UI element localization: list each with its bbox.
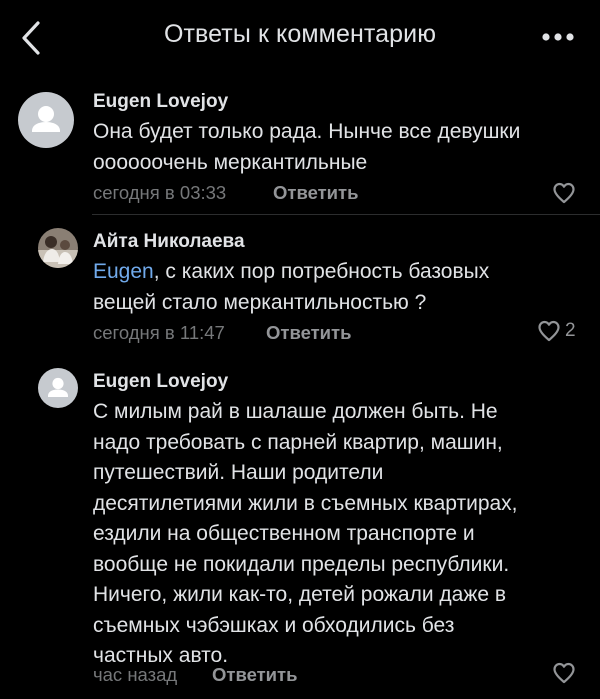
comment-timestamp: сегодня в 03:33 [93, 182, 227, 203]
like-button[interactable] [552, 662, 580, 684]
comment-text: Она будет только рада. Нынче все девушки… [93, 120, 521, 174]
top-bar: Ответы к комментарию [0, 0, 600, 74]
comment-author[interactable]: Eugen Lovejoy [93, 371, 228, 393]
heart-outline-icon [553, 182, 575, 204]
more-horizontal-icon [542, 33, 574, 41]
heart-outline-icon [538, 320, 560, 342]
avatar[interactable] [18, 92, 74, 148]
like-count: 2 [565, 320, 576, 341]
mention-link[interactable]: Eugen [93, 260, 154, 283]
comment-text: С милым рай в шалаше должен быть. Не над… [93, 400, 518, 667]
user-placeholder-icon [48, 377, 68, 397]
comment-text: Eugen, с каких пор потребность базовых в… [93, 257, 583, 318]
comment-author[interactable]: Айта Николаева [93, 231, 245, 253]
more-button[interactable] [538, 22, 578, 52]
comment-item: Айта Николаева Eugen, с каких пор потреб… [0, 222, 600, 362]
avatar[interactable] [38, 228, 78, 268]
comment-timestamp: час назад [93, 664, 178, 685]
heart-outline-icon [553, 662, 575, 684]
divider [92, 214, 600, 215]
comment-item: Eugen Lovejoy Она будет только рада. Нын… [0, 84, 600, 214]
comment-author[interactable]: Eugen Lovejoy [93, 91, 228, 113]
page-title: Ответы к комментарию [163, 20, 437, 48]
comment-item: Eugen Lovejoy С милым рай в шалаше долже… [0, 362, 600, 699]
reply-button[interactable]: Ответить [266, 322, 352, 344]
like-button[interactable] [552, 182, 580, 204]
reply-button[interactable]: Ответить [273, 182, 359, 204]
avatar[interactable] [38, 368, 78, 408]
user-photo-icon [38, 228, 78, 268]
user-placeholder-icon [32, 106, 60, 132]
like-button[interactable]: 2 [537, 320, 576, 342]
comment-timestamp: сегодня в 11:47 [93, 322, 225, 343]
reply-button[interactable]: Ответить [212, 664, 298, 686]
